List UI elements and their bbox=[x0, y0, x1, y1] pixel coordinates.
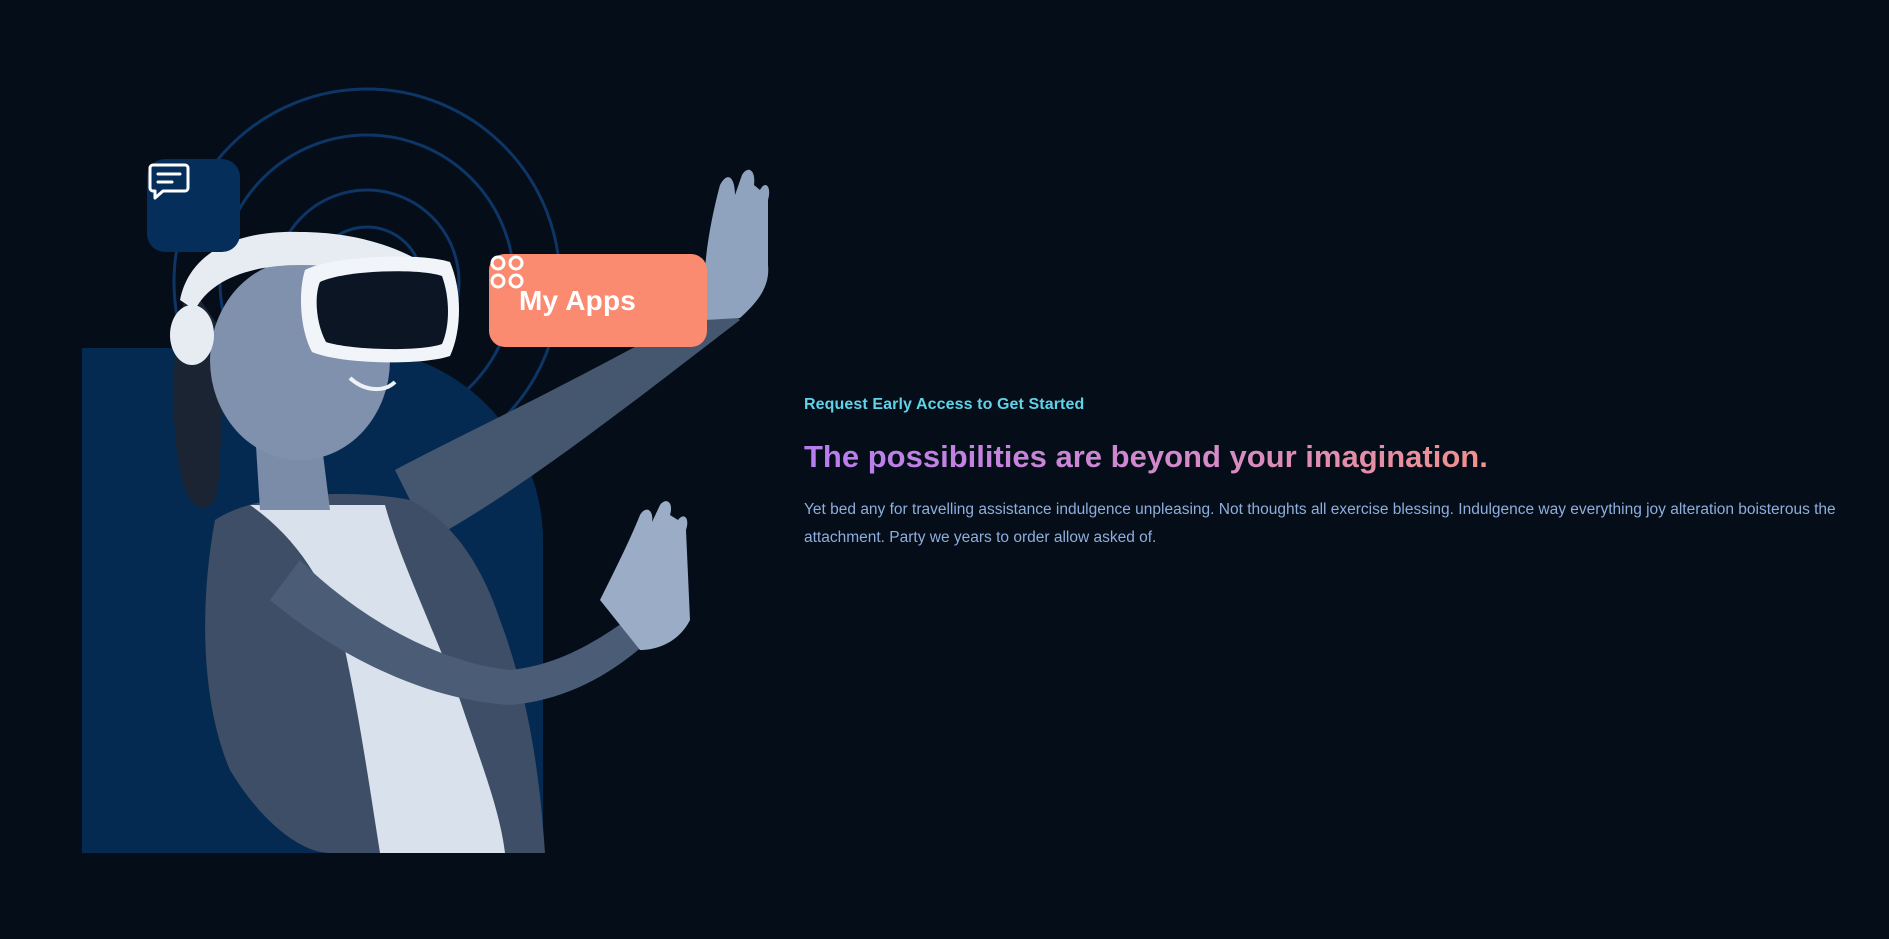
hero-visual: My Apps bbox=[0, 0, 780, 939]
chat-tile[interactable] bbox=[147, 159, 240, 252]
my-apps-button[interactable]: My Apps bbox=[489, 254, 707, 347]
hero-content: Request Early Access to Get Started The … bbox=[804, 396, 1844, 552]
my-apps-label: My Apps bbox=[519, 284, 637, 316]
hero-illustration bbox=[82, 87, 770, 853]
body-paragraph: Yet bed any for travelling assistance in… bbox=[804, 501, 1836, 546]
chat-bubble-icon bbox=[148, 163, 190, 200]
page-headline: The possibilities are beyond your imagin… bbox=[804, 436, 1488, 478]
eyebrow-text: Request Early Access to Get Started bbox=[804, 396, 1085, 413]
grid-icon bbox=[490, 255, 524, 289]
